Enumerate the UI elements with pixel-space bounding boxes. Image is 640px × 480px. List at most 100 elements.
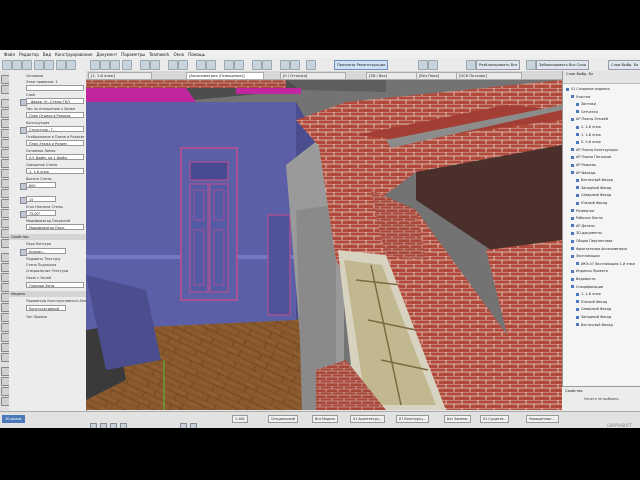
render-icon[interactable]: [224, 60, 234, 70]
navigator-item[interactable]: 1. 1-й этаж: [576, 133, 601, 137]
menu-file[interactable]: Файл: [4, 52, 15, 57]
navigator-item[interactable]: Сетчатая: [576, 110, 598, 114]
reference-line-field[interactable]: 0.5 Дюйм. на 1 Дюйм.: [26, 154, 84, 160]
menu-design[interactable]: Конструирование: [55, 52, 92, 57]
orbit-icon[interactable]: [168, 60, 178, 70]
undo-icon[interactable]: [34, 60, 44, 70]
navigator-item[interactable]: Рабочие Листы: [571, 216, 603, 220]
lock-all-layers-button[interactable]: Заблокировать Все Слои: [536, 60, 590, 70]
home-story-field[interactable]: [26, 85, 84, 91]
layer-field[interactable]: _Фасад_Ог..Стены ГКЛ: [26, 98, 84, 104]
pen-set-selector[interactable]: Специальный: [268, 415, 298, 423]
navigator-item[interactable]: Восточный Фасад: [576, 323, 613, 327]
structure-display-selector[interactable]: 07 Конструкц...: [396, 415, 429, 423]
layers-icon[interactable]: [262, 60, 272, 70]
surface-field[interactable]: Кирпич...: [26, 248, 66, 254]
checkbox-suppress-texture[interactable]: Подавить Текстуру: [26, 257, 61, 261]
tab-section[interactable]: [0 / Отточка]: [280, 72, 346, 80]
navigator-item[interactable]: Южный Фасад: [576, 300, 607, 304]
navigator-item[interactable]: 1. 1-й этаж: [576, 292, 601, 296]
arrow-down-icon[interactable]: [122, 60, 132, 70]
renovation-filter-button[interactable]: Просмотр Реконструкции: [334, 60, 389, 70]
model-view-tab[interactable]: 3D-вызов: [2, 415, 25, 423]
menu-view[interactable]: Вид: [43, 52, 51, 57]
elevation-icon[interactable]: [290, 60, 300, 70]
navigator-item[interactable]: Ведомости: [571, 277, 596, 281]
marquee-icon[interactable]: [66, 60, 76, 70]
snap-icon[interactable]: [90, 60, 100, 70]
magic-wand-icon[interactable]: [150, 60, 160, 70]
navigator-item[interactable]: Северный Фасад: [576, 307, 611, 311]
navigation-icon[interactable]: [190, 423, 197, 428]
guide-icon[interactable]: [100, 60, 110, 70]
fit-window-icon[interactable]: [120, 423, 127, 428]
navigator-item[interactable]: АР Разрезы: [571, 163, 596, 167]
zone-relation-field[interactable]: План Отдела в Разрезе: [26, 112, 84, 118]
pencil-icon[interactable]: [140, 60, 150, 70]
navigator-item[interactable]: Общая Перспектива: [571, 239, 612, 243]
menu-document[interactable]: Документ: [96, 52, 117, 57]
navigator-item[interactable]: Западный Фасад: [576, 315, 611, 319]
navigator-item[interactable]: 2. 2-й этаж: [576, 125, 601, 129]
unlock-icon[interactable]: [428, 60, 438, 70]
layer-lock-icon[interactable]: [526, 60, 536, 70]
teamwork-icon[interactable]: [252, 60, 262, 70]
navigator-item[interactable]: Развертки: [571, 209, 594, 213]
save-icon[interactable]: [22, 60, 32, 70]
navigator-item[interactable]: Северный Фасад: [576, 193, 611, 197]
eye-icon[interactable]: [466, 60, 476, 70]
checkbox-zone-link[interactable]: Связь с Зоной: [26, 276, 51, 280]
navigator-item[interactable]: ИКЭ-07 Экспликация 1-й этаж: [576, 262, 635, 266]
zoom-icon[interactable]: [178, 60, 188, 70]
navigator-item[interactable]: 01 Создание издания: [566, 87, 610, 91]
navigator-item[interactable]: АР Планы Этажей: [571, 117, 608, 121]
navigator-item[interactable]: Восточный Фасад: [576, 178, 613, 182]
wall-thickness-field[interactable]: 15: [26, 196, 56, 202]
layer-select-button[interactable]: Слои Выбр. Бл: [608, 60, 640, 70]
tab-floor-plan[interactable]: [1. 1-й этаж]: [88, 72, 152, 80]
tab-ceiling[interactable]: [ОСК Потолок]: [456, 72, 522, 80]
unlock-all-button[interactable]: Разблокировать Все: [476, 60, 521, 70]
redo-icon[interactable]: [44, 60, 54, 70]
menu-teamwork[interactable]: Teamwork: [149, 52, 169, 57]
renovation-selector[interactable]: 01 Существ...: [480, 415, 510, 423]
layer-combination-selector[interactable]: 01 Архитектур...: [350, 415, 385, 423]
floor-plan-display-field[interactable]: План Этажа и Разрез: [26, 140, 84, 146]
zoom-in-icon[interactable]: [100, 423, 107, 428]
menu-window[interactable]: Окно: [173, 52, 184, 57]
navigator-item[interactable]: АР Фасады: [571, 171, 595, 175]
navigator-item[interactable]: Западный Фасад: [576, 186, 611, 190]
navigator-item[interactable]: Южный Фасад: [576, 201, 607, 205]
zone-boundary-field[interactable]: Граница Зоны: [26, 282, 84, 288]
structure-field[interactable]: Структура - Г..: [26, 126, 84, 132]
navigator-item[interactable]: Экспликации: [571, 254, 600, 258]
detail-level-selector[interactable]: Упрощенные ...: [526, 415, 559, 423]
undo-zoom-icon[interactable]: [90, 423, 97, 428]
grid-icon[interactable]: [110, 60, 120, 70]
wall-height-field[interactable]: 800: [26, 182, 56, 188]
structural-field[interactable]: Конструктивный: [26, 305, 66, 311]
navigator-item[interactable]: Спецификации: [571, 285, 603, 289]
tab-no-floor[interactable]: [Без Пола]: [416, 72, 458, 80]
orbit-icon[interactable]: [180, 423, 187, 428]
menu-help[interactable]: Помощь: [188, 52, 205, 57]
checkbox-special-textures[interactable]: Специальные Текстуры: [26, 269, 68, 273]
story-field[interactable]: 1. 1-й этаж: [26, 168, 84, 174]
menu-edit[interactable]: Редактор: [19, 52, 39, 57]
pan-icon[interactable]: [196, 60, 206, 70]
3d-icon[interactable]: [306, 60, 316, 70]
section-properties-header[interactable]: Свойства: [9, 234, 86, 240]
navigator-item[interactable]: Индексы Проекта: [571, 269, 608, 273]
wall-slant-field[interactable]: 75,00°: [26, 210, 56, 216]
tab-axonometry[interactable]: [Аксонометрия (Освещение)]: [186, 72, 264, 80]
navigator-item[interactable]: Фронтальная Аксонометрия: [571, 247, 627, 251]
camera-icon[interactable]: [234, 60, 244, 70]
navigator-item[interactable]: 0. 0-й этаж: [576, 140, 601, 144]
tab-3d[interactable]: [3D / Все]: [366, 72, 422, 80]
3d-viewport[interactable]: [86, 80, 562, 410]
navigator-item[interactable]: АР Детали: [571, 224, 595, 228]
navigator-item[interactable]: 3D-документы: [571, 231, 602, 235]
cover-modifier-field[interactable]: Модификатор Покр.: [26, 224, 84, 230]
section-model-header[interactable]: Модель: [9, 291, 86, 297]
graphic-override-selector[interactable]: Без Замены: [444, 415, 471, 423]
